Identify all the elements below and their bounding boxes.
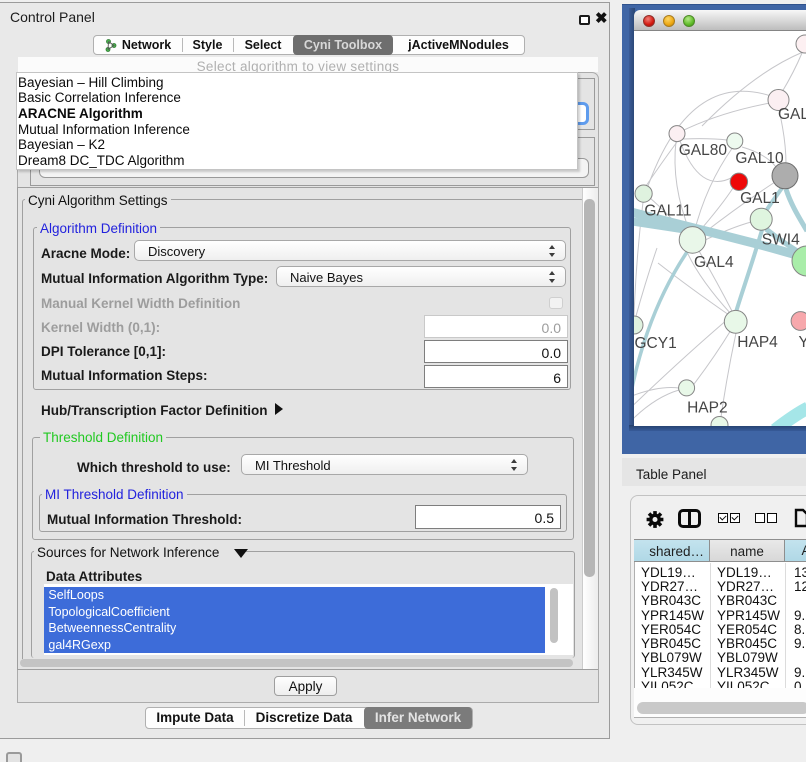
svg-text:GCY1: GCY1 <box>635 335 677 352</box>
svg-text:YK: YK <box>799 334 806 351</box>
svg-text:GAL11: GAL11 <box>644 203 691 220</box>
svg-text:HAP4: HAP4 <box>737 334 778 351</box>
svg-text:GAL2: GAL2 <box>778 106 806 123</box>
svg-text:GAL1: GAL1 <box>740 190 780 207</box>
svg-text:GAL4: GAL4 <box>694 254 734 271</box>
svg-text:GAL80: GAL80 <box>679 142 728 159</box>
svg-text:HAP2: HAP2 <box>687 400 728 417</box>
svg-text:GAL10: GAL10 <box>735 150 784 167</box>
svg-text:SWI4: SWI4 <box>762 232 800 249</box>
